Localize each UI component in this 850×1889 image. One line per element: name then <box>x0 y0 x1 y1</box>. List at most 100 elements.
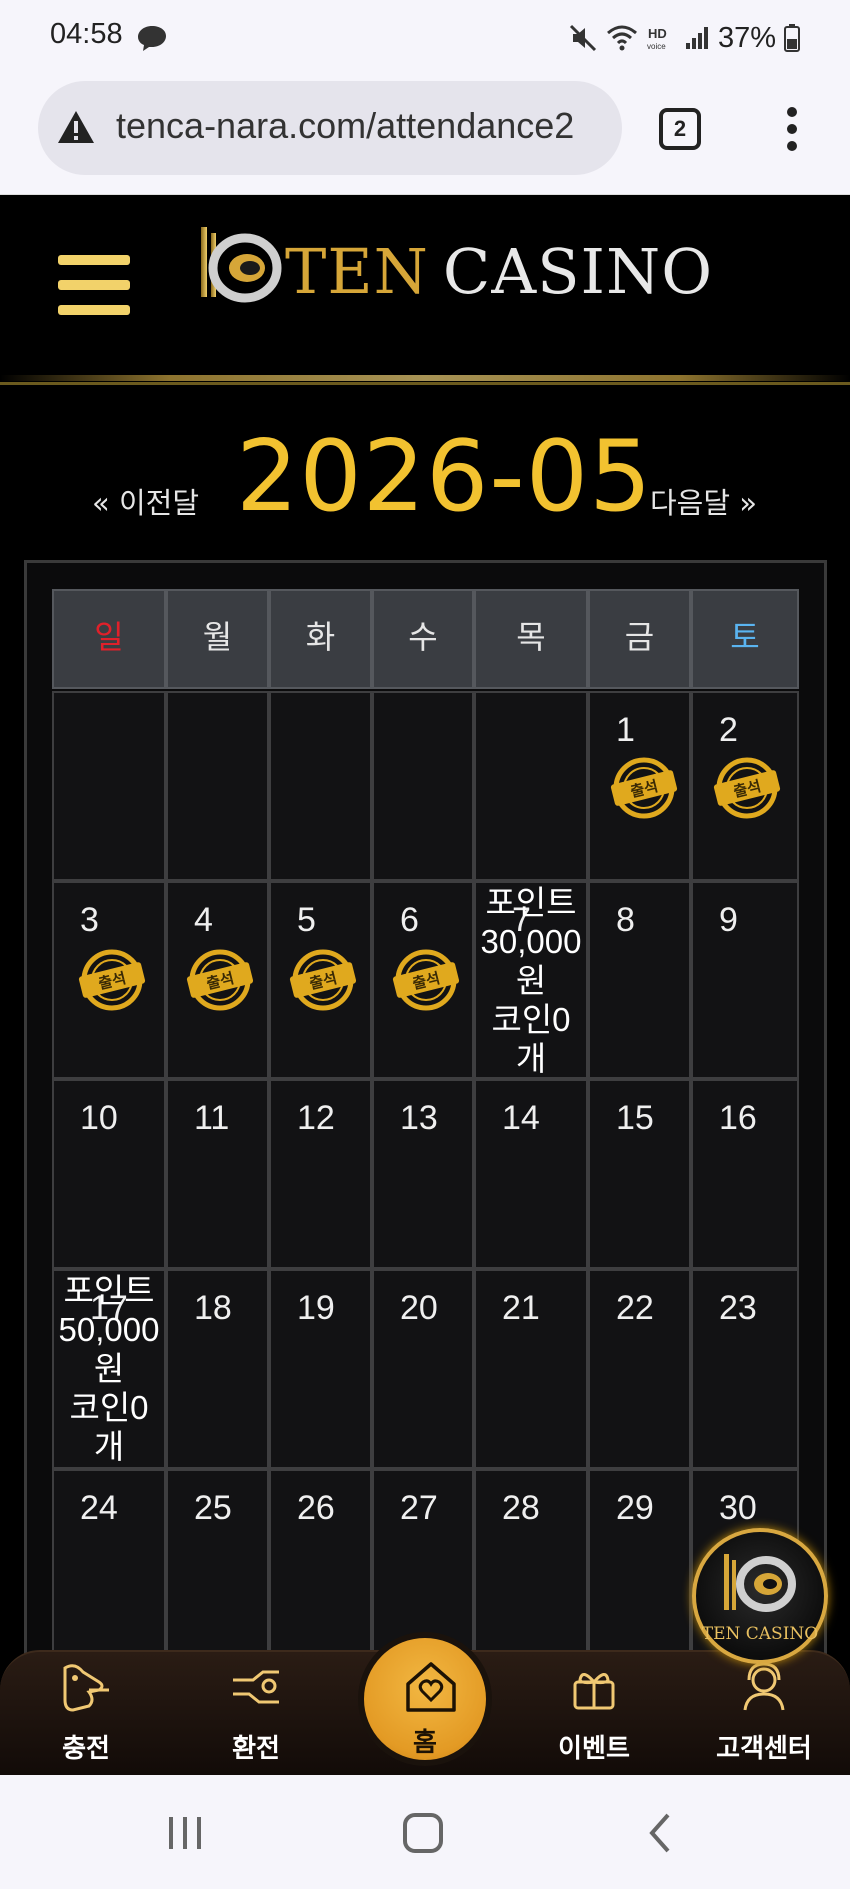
battery-icon <box>784 24 800 52</box>
day-cell-27[interactable]: 27 <box>372 1469 474 1659</box>
day-cell-14[interactable]: 14 <box>474 1079 588 1269</box>
day-cell-6[interactable]: 6 출석 <box>372 881 474 1079</box>
day-cell-21[interactable]: 21 <box>474 1269 588 1469</box>
day-number: 1 <box>616 711 635 749</box>
day-number: 11 <box>194 1099 230 1137</box>
reward-note-line: 코인0 <box>491 1001 571 1038</box>
day-cell-13[interactable]: 13 <box>372 1079 474 1269</box>
day-cell-11[interactable]: 11 <box>166 1079 269 1269</box>
prev-month-link[interactable]: « 이전달 <box>92 480 199 522</box>
casino-floating-badge[interactable]: TEN CASINO <box>692 1528 828 1664</box>
casino-emblem-icon <box>724 1554 796 1612</box>
empty-cell <box>52 691 166 881</box>
nav-exchange-label: 환전 <box>232 1734 280 1764</box>
svg-text:HD: HD <box>648 26 667 41</box>
reward-note-line: 개 <box>515 1040 547 1077</box>
nav-charge[interactable]: 충전 <box>16 1652 156 1777</box>
hamburger-menu-icon[interactable] <box>58 255 130 315</box>
weekday-mon: 월 <box>166 589 269 689</box>
day-cell-25[interactable]: 25 <box>166 1469 269 1659</box>
day-number: 15 <box>616 1099 654 1137</box>
day-cell-8[interactable]: 8 <box>588 881 691 1079</box>
day-number: 24 <box>80 1489 118 1527</box>
empty-cell <box>166 691 269 881</box>
battery-percent: 37% <box>717 21 776 54</box>
weekday-thu: 목 <box>474 589 588 689</box>
not-secure-icon[interactable] <box>56 109 96 145</box>
gift-icon <box>573 1673 615 1710</box>
day-cell-7[interactable]: 7 포인트 30,000 원 코인0 개 <box>474 881 588 1079</box>
day-cell-23[interactable]: 23 <box>691 1269 799 1469</box>
url-text[interactable]: tenca-nara.com/attendance2 <box>116 105 574 147</box>
day-number: 12 <box>297 1099 335 1137</box>
day-number: 4 <box>194 901 213 939</box>
day-number: 23 <box>719 1289 757 1327</box>
day-number: 29 <box>616 1489 654 1527</box>
day-cell-28[interactable]: 28 <box>474 1469 588 1659</box>
day-number: 18 <box>194 1289 232 1327</box>
day-cell-1[interactable]: 1 출석 <box>588 691 691 881</box>
day-cell-20[interactable]: 20 <box>372 1269 474 1469</box>
more-icon[interactable] <box>782 106 802 152</box>
next-month-link[interactable]: 다음달 » <box>650 480 757 522</box>
home-icon[interactable] <box>403 1813 443 1853</box>
day-cell-5[interactable]: 5 출석 <box>269 881 372 1079</box>
day-number: 19 <box>297 1289 335 1327</box>
attendance-calendar: 일 월 화 수 목 금 토 1 출석 2 출석 3 출석 4 출석 5 출석 6… <box>24 560 827 1660</box>
attendance-stamp-icon: 출석 <box>392 949 460 1011</box>
day-cell-2[interactable]: 2 출석 <box>691 691 799 881</box>
day-number: 10 <box>80 1099 118 1137</box>
status-time: 04:58 <box>50 18 123 50</box>
attendance-stamp-icon: 출석 <box>289 949 357 1011</box>
day-cell-24[interactable]: 24 <box>52 1469 166 1659</box>
messenger-icon <box>138 26 166 51</box>
day-cell-18[interactable]: 18 <box>166 1269 269 1469</box>
back-icon[interactable] <box>648 1813 672 1853</box>
day-cell-3[interactable]: 3 출석 <box>52 881 166 1079</box>
recent-apps-icon[interactable] <box>165 1815 205 1851</box>
day-number: 16 <box>719 1099 757 1137</box>
wifi-icon <box>606 25 637 51</box>
weekday-wed: 수 <box>372 589 474 689</box>
support-agent-icon <box>743 1662 785 1711</box>
day-cell-16[interactable]: 16 <box>691 1079 799 1269</box>
badge-label: TEN CASINO <box>701 1624 819 1644</box>
weekday-tue: 화 <box>269 589 372 689</box>
day-cell-12[interactable]: 12 <box>269 1079 372 1269</box>
reward-note-line: 원 <box>93 1350 125 1387</box>
day-cell-19[interactable]: 19 <box>269 1269 372 1469</box>
reward-note-line: 원 <box>515 962 547 999</box>
day-number: 27 <box>400 1489 438 1527</box>
reward-note-line: 포인트 <box>63 1272 155 1309</box>
day-cell-10[interactable]: 10 <box>52 1079 166 1269</box>
attendance-stamp-icon: 출석 <box>78 949 146 1011</box>
hd-voice-icon: HDvoice <box>647 26 667 51</box>
empty-cell <box>372 691 474 881</box>
day-cell-26[interactable]: 26 <box>269 1469 372 1659</box>
address-bar[interactable]: tenca-nara.com/attendance2 <box>38 81 622 175</box>
nav-event[interactable]: 이벤트 <box>524 1652 664 1777</box>
nav-exchange[interactable]: 환전 <box>186 1652 326 1777</box>
nav-support[interactable]: 고객센터 <box>694 1652 834 1777</box>
month-title: 2026-05 <box>236 420 653 534</box>
ten-casino-logo[interactable]: TEN CASINO <box>195 223 712 313</box>
tabs-button[interactable]: 2 <box>659 108 701 150</box>
nav-home-button[interactable]: 홈 <box>358 1632 492 1766</box>
day-cell-29[interactable]: 29 <box>588 1469 691 1659</box>
day-number: 3 <box>80 901 99 939</box>
weekday-sat: 토 <box>691 589 799 689</box>
day-cell-22[interactable]: 22 <box>588 1269 691 1469</box>
day-cell-4[interactable]: 4 출석 <box>166 881 269 1079</box>
day-cell-9[interactable]: 9 <box>691 881 799 1079</box>
weekday-fri: 금 <box>588 589 691 689</box>
day-number: 20 <box>400 1289 438 1327</box>
day-number: 5 <box>297 901 316 939</box>
day-number: 30 <box>719 1489 757 1527</box>
empty-cell <box>269 691 372 881</box>
reward-note-line: 개 <box>93 1428 125 1465</box>
day-number: 25 <box>194 1489 232 1527</box>
day-cell-17[interactable]: 17 포인트 50,000 원 코인0 개 <box>52 1269 166 1469</box>
browser-toolbar: tenca-nara.com/attendance2 2 <box>0 78 850 195</box>
day-cell-15[interactable]: 15 <box>588 1079 691 1269</box>
system-nav-bar <box>0 1775 850 1889</box>
